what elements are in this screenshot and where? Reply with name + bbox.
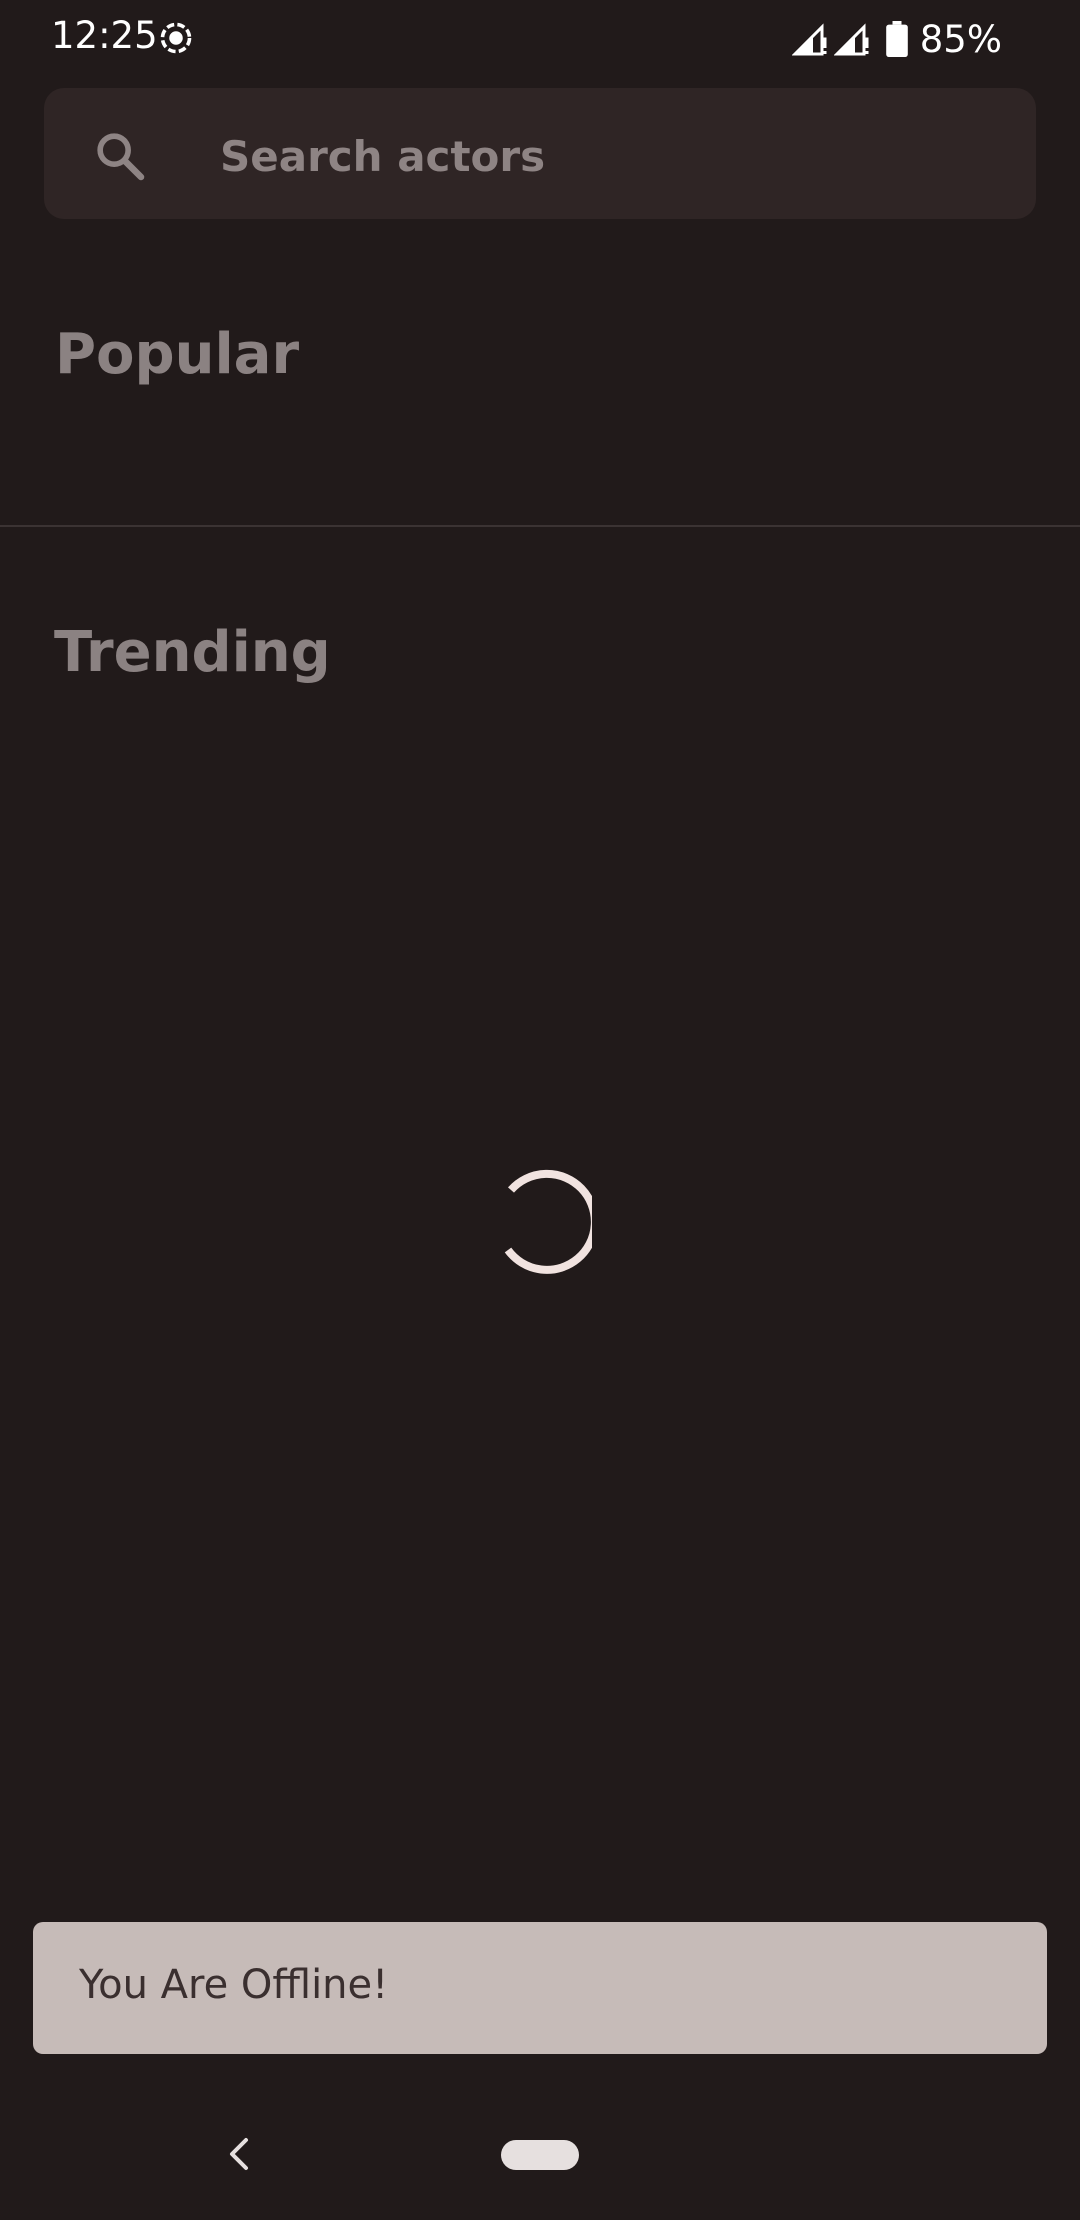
signal-icon (791, 23, 827, 56)
search-icon[interactable] (92, 128, 148, 184)
popular-section-title: Popular (55, 322, 300, 387)
status-time: 12:25 (51, 14, 158, 57)
search-input[interactable] (220, 118, 980, 194)
loading-spinner-icon (504, 1169, 592, 1274)
signal-icon (833, 23, 869, 56)
trending-section-title: Trending (54, 620, 331, 685)
offline-snackbar: You Are Offline! (33, 1922, 1047, 2054)
status-bar: 12:25 85% (0, 0, 1080, 80)
battery-icon (885, 21, 908, 57)
home-pill-icon[interactable] (501, 2140, 579, 2170)
status-right-group: 85% (791, 14, 1002, 64)
snackbar-message: You Are Offline! (79, 1962, 389, 2008)
back-chevron-icon[interactable] (222, 2132, 256, 2176)
app-screen: 12:25 85% Search actors Popular Trending… (0, 0, 1080, 2220)
battery-percentage: 85% (919, 17, 1002, 61)
section-divider (0, 525, 1080, 527)
screen-record-icon (160, 22, 192, 54)
